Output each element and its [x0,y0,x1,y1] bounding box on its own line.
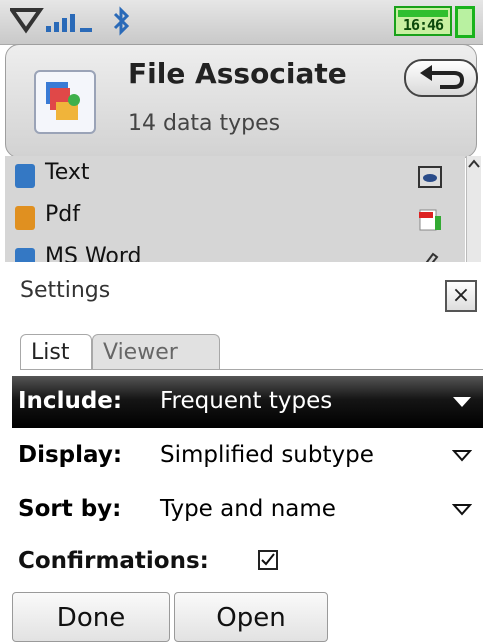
display-label: Display: [18,442,123,468]
viewer-icon [418,166,442,188]
file-type-list: Text Pdf MS Word [5,156,465,262]
document-icon [15,248,35,262]
tab-viewer[interactable]: Viewer [92,334,220,370]
checkmark-icon [261,553,275,566]
include-label: Include: [18,388,123,414]
pdf-icon [419,209,441,231]
dropdown-arrow-icon [452,504,472,516]
app-title: File Associate [128,57,347,90]
close-button[interactable]: × [445,280,477,312]
edit-icon [425,252,439,262]
confirmations-label: Confirmations: [18,548,209,574]
settings-title: Settings [20,278,111,303]
clock: 16:46 [394,6,452,36]
list-item-label: Text [45,160,90,185]
dropdown-arrow-icon [453,397,471,407]
clock-time: 16:46 [402,16,444,34]
list-item[interactable]: MS Word [5,240,465,262]
open-button[interactable]: Open [174,592,328,642]
signal-strength-icon [10,8,92,34]
status-bar: 16:46 [0,0,483,45]
include-dropdown[interactable]: Include: Frequent types [12,376,483,428]
list-item[interactable]: Text [5,156,465,196]
battery-icon [455,6,475,38]
dropdown-arrow-icon [452,450,472,462]
scroll-up-icon [468,159,480,168]
include-value: Frequent types [160,388,333,414]
list-item[interactable]: Pdf [5,198,465,238]
list-item-label: MS Word [45,244,142,262]
file-associate-app-icon [34,70,96,134]
back-button[interactable] [404,59,478,97]
confirmations-checkbox[interactable] [258,550,278,570]
app-header: File Associate 14 data types [5,44,478,158]
document-icon [15,164,35,188]
done-button[interactable]: Done [12,592,170,642]
bluetooth-icon [113,6,130,36]
sort-by-label: Sort by: [18,496,122,522]
document-icon [15,206,35,230]
back-arrow-icon [420,65,465,89]
list-item-label: Pdf [45,202,80,227]
display-value: Simplified subtype [160,442,374,468]
sort-by-dropdown[interactable]: Sort by: Type and name [12,484,483,536]
sort-by-value: Type and name [160,496,336,522]
tab-list[interactable]: List [20,334,92,370]
list-scrollbar[interactable] [466,156,481,262]
data-types-count: 14 data types [128,111,281,136]
display-dropdown[interactable]: Display: Simplified subtype [12,430,483,482]
